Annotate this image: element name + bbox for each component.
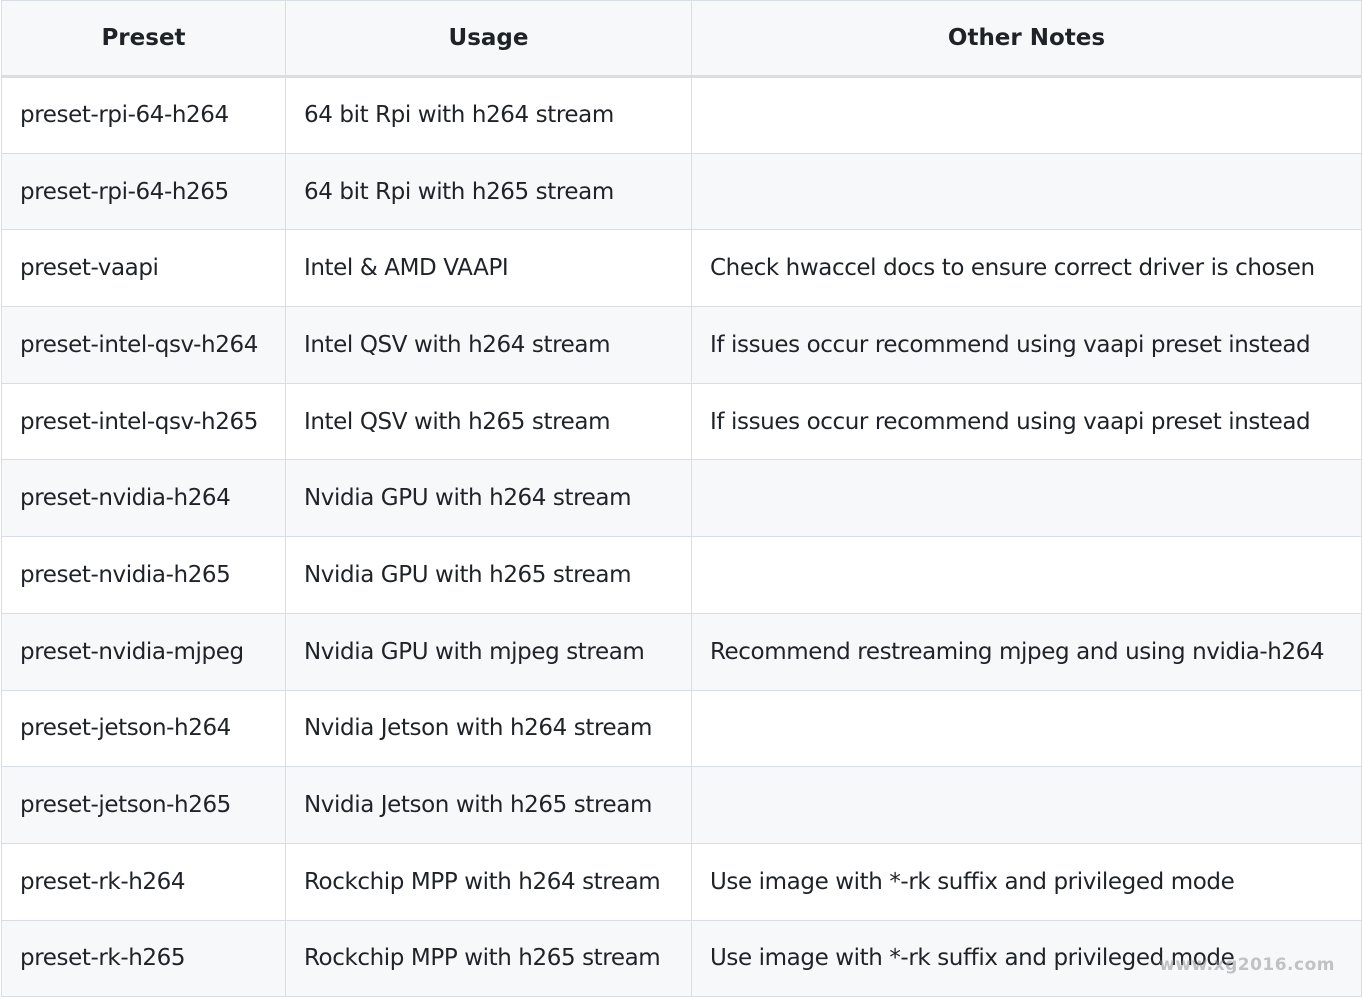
table-row: preset-intel-qsv-h264 Intel QSV with h26… (1, 306, 1362, 384)
cell-preset: preset-intel-qsv-h265 (1, 382, 286, 461)
cell-usage: 64 bit Rpi with h264 stream (285, 76, 692, 154)
cell-usage: Nvidia GPU with h264 stream (285, 459, 692, 538)
cell-usage: Nvidia Jetson with h264 stream (285, 689, 692, 768)
header-row: Preset Usage Other Notes (1, 0, 1362, 78)
cell-preset: preset-jetson-h264 (1, 689, 286, 768)
cell-notes (691, 76, 1362, 154)
cell-preset: preset-nvidia-h264 (1, 459, 286, 538)
cell-usage: Rockchip MPP with h264 stream (285, 842, 692, 921)
cell-preset: preset-rpi-64-h265 (1, 152, 286, 231)
cell-usage: Nvidia Jetson with h265 stream (285, 766, 692, 844)
cell-notes: If issues occur recommend using vaapi pr… (691, 306, 1362, 384)
cell-preset: preset-rk-h265 (1, 919, 286, 998)
table-row: preset-rpi-64-h265 64 bit Rpi with h265 … (1, 152, 1362, 231)
cell-notes: Use image with *-rk suffix and privilege… (691, 842, 1362, 921)
cell-notes: Use image with *-rk suffix and privilege… (691, 919, 1362, 998)
cell-notes (691, 459, 1362, 538)
cell-usage: Nvidia GPU with mjpeg stream (285, 612, 692, 691)
cell-usage: Nvidia GPU with h265 stream (285, 536, 692, 614)
table-row: preset-jetson-h265 Nvidia Jetson with h2… (1, 766, 1362, 844)
cell-notes: Recommend restreaming mjpeg and using nv… (691, 612, 1362, 691)
header-usage: Usage (285, 0, 692, 78)
cell-notes: Check hwaccel docs to ensure correct dri… (691, 229, 1362, 308)
cell-preset: preset-vaapi (1, 229, 286, 308)
page: Preset Usage Other Notes preset-rpi-64-h… (0, 0, 1363, 999)
cell-preset: preset-rk-h264 (1, 842, 286, 921)
cell-usage: Rockchip MPP with h265 stream (285, 919, 692, 998)
table-body: preset-rpi-64-h264 64 bit Rpi with h264 … (1, 76, 1362, 998)
header-other-notes: Other Notes (691, 0, 1362, 78)
cell-usage: Intel QSV with h265 stream (285, 382, 692, 461)
presets-table: Preset Usage Other Notes preset-rpi-64-h… (1, 0, 1362, 998)
cell-notes: If issues occur recommend using vaapi pr… (691, 382, 1362, 461)
table-row: preset-rk-h265 Rockchip MPP with h265 st… (1, 919, 1362, 998)
cell-preset: preset-nvidia-mjpeg (1, 612, 286, 691)
cell-usage: 64 bit Rpi with h265 stream (285, 152, 692, 231)
cell-notes (691, 152, 1362, 231)
header-preset: Preset (1, 0, 286, 78)
table-row: preset-nvidia-h264 Nvidia GPU with h264 … (1, 459, 1362, 538)
table-row: preset-jetson-h264 Nvidia Jetson with h2… (1, 689, 1362, 768)
cell-preset: preset-rpi-64-h264 (1, 76, 286, 154)
cell-usage: Intel & AMD VAAPI (285, 229, 692, 308)
cell-preset: preset-nvidia-h265 (1, 536, 286, 614)
table-row: preset-vaapi Intel & AMD VAAPI Check hwa… (1, 229, 1362, 308)
table-row: preset-rpi-64-h264 64 bit Rpi with h264 … (1, 76, 1362, 154)
cell-notes (691, 766, 1362, 844)
table-row: preset-nvidia-h265 Nvidia GPU with h265 … (1, 536, 1362, 614)
cell-notes (691, 689, 1362, 768)
cell-notes (691, 536, 1362, 614)
table-row: preset-intel-qsv-h265 Intel QSV with h26… (1, 382, 1362, 461)
table-row: preset-nvidia-mjpeg Nvidia GPU with mjpe… (1, 612, 1362, 691)
cell-preset: preset-jetson-h265 (1, 766, 286, 844)
cell-usage: Intel QSV with h264 stream (285, 306, 692, 384)
cell-preset: preset-intel-qsv-h264 (1, 306, 286, 384)
table-row: preset-rk-h264 Rockchip MPP with h264 st… (1, 842, 1362, 921)
table-header: Preset Usage Other Notes (1, 0, 1362, 78)
